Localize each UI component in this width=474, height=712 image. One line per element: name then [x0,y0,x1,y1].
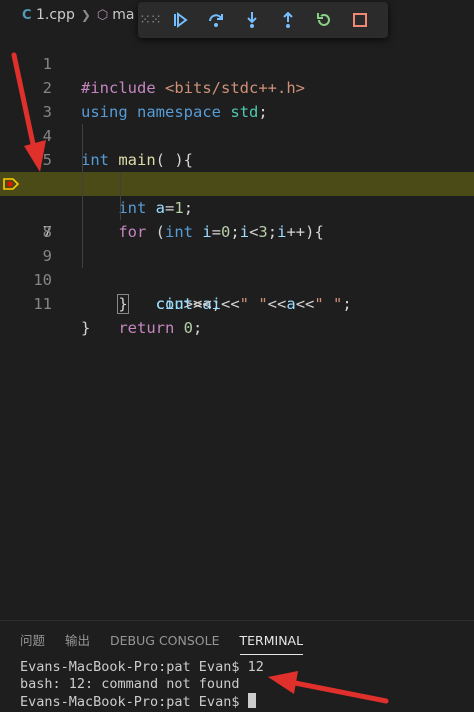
step-out-icon [283,11,293,28]
terminal-prompt-line: Evans-MacBook-Pro:pat Evan$ [20,693,474,710]
code-line: 8 cout<<i<<" "<<a<<" "; [0,196,474,313]
tab-problems[interactable]: 问题 [20,621,45,659]
code-text: return 0; [118,319,203,337]
panel-tabs: 问题 输出 DEBUG CONSOLE TERMINAL [0,621,474,659]
terminal-line: Evans-MacBook-Pro:pat Evan$ 12 [20,659,264,675]
drag-grip-icon[interactable]: ⁙⁙ [138,12,162,28]
breadcrumb-symbol[interactable]: ma [112,7,134,23]
code-line-current: 7 cin>>a; [0,172,474,313]
cube-icon: ⬡ [96,7,109,23]
code-line: 9 } [0,220,474,314]
code-line: 6 for (int i=0;i<3;i++){ [0,148,474,241]
breadcrumb-file[interactable]: 1.cpp [36,7,75,23]
continue-icon [174,12,188,28]
step-over-icon [209,14,223,27]
bottom-panel: 问题 输出 DEBUG CONSOLE TERMINAL Evans-MacBo… [0,620,474,712]
tab-debug-console[interactable]: DEBUG CONSOLE [110,621,219,659]
terminal-cursor [247,693,256,708]
code-text: } [81,319,91,337]
tab-terminal[interactable]: TERMINAL [239,621,303,659]
indent-guide [120,172,121,196]
indent-guide [82,244,83,268]
code-line: 5 int a=1; [0,124,474,217]
indent-guide [82,124,83,148]
code-line: 3 [0,76,474,121]
line-number: 11 [33,295,52,313]
code-text: } [117,294,129,314]
code-line: 4 int main( ){ [0,100,474,169]
restart-icon [317,13,330,26]
code-line: 10 return 0; [0,244,474,337]
code-line: 2 using namespace std; [0,52,474,121]
indent-guide [82,220,83,244]
step-into-icon [247,12,257,28]
stop-icon [353,13,367,27]
terminal-line: bash: 12: command not found [20,676,240,692]
tab-output[interactable]: 输出 [65,621,90,659]
breakpoint-current-icon[interactable] [3,176,19,192]
terminal[interactable]: Evans-MacBook-Pro:pat Evan$ 12 bash: 12:… [0,659,474,710]
code-line: 11 } [0,268,474,337]
code-line: 1 #include <bits/stdc++.h> [0,28,474,97]
c-file-icon: C [22,7,32,23]
indent-guide [82,148,83,172]
terminal-prompt: Evans-MacBook-Pro:pat Evan$ [20,694,248,710]
chevron-right-icon: ❯ [80,8,91,22]
indent-guide [82,172,83,196]
indent-guide [82,196,83,220]
code-editor[interactable]: 1 #include <bits/stdc++.h> 2 using names… [0,28,474,337]
indent-guide [120,196,121,220]
